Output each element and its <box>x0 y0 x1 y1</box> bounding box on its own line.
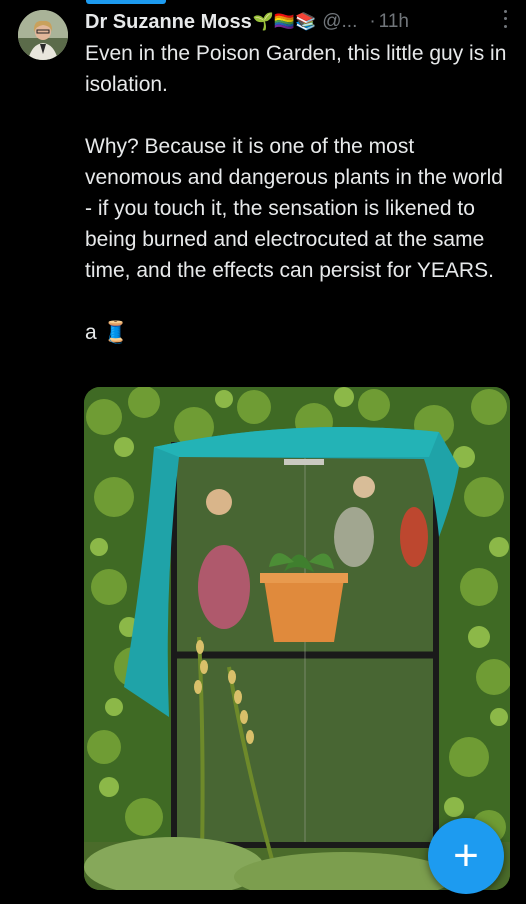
avatar-image <box>18 10 68 60</box>
tweet-paragraph: a 🧵 <box>85 321 129 344</box>
active-tab-indicator <box>86 0 166 4</box>
tweet-header: Dr Suzanne Moss 🌱🏳️‍🌈📚 @... · 11h <box>85 8 512 36</box>
tweet-paragraph: Even in the Poison Garden, this little g… <box>85 42 507 96</box>
timestamp[interactable]: 11h <box>379 11 409 33</box>
photo-poison-garden-cabinet <box>84 387 510 890</box>
author-name-emojis: 🌱🏳️‍🌈📚 <box>252 12 317 31</box>
separator-dot: · <box>369 11 376 32</box>
tweet-text: Even in the Poison Garden, this little g… <box>85 38 513 379</box>
more-icon[interactable] <box>498 8 512 30</box>
author-name[interactable]: Dr Suzanne Moss <box>85 11 252 34</box>
compose-button[interactable]: + <box>428 818 504 894</box>
author-handle[interactable]: @... <box>322 11 357 33</box>
tweet-photo[interactable] <box>84 387 510 890</box>
tweet-paragraph: Why? Because it is one of the most venom… <box>85 135 503 282</box>
avatar[interactable] <box>18 10 68 60</box>
plus-icon: + <box>453 831 479 880</box>
